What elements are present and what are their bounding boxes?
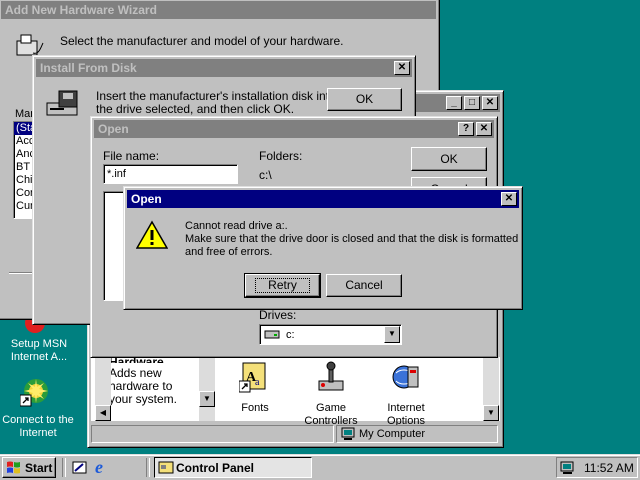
task-label: Control Panel bbox=[176, 461, 255, 475]
disk-drive-icon bbox=[45, 89, 81, 117]
close-icon: ✕ bbox=[485, 97, 495, 108]
retry-label: Retry bbox=[255, 278, 310, 293]
control-panel-item-game-controllers[interactable]: Game Controllers bbox=[295, 361, 367, 427]
install-disk-ok-button[interactable]: OK bbox=[327, 88, 402, 111]
close-button[interactable]: ✕ bbox=[501, 192, 517, 206]
close-button[interactable]: ✕ bbox=[394, 61, 410, 75]
item-label: Fonts bbox=[241, 402, 269, 414]
maximize-button[interactable]: □ bbox=[464, 96, 480, 110]
show-desktop-icon[interactable] bbox=[71, 459, 89, 477]
help-icon: ? bbox=[462, 123, 470, 134]
control-panel-item-internet-options[interactable]: Internet Options bbox=[373, 361, 439, 427]
computer-icon bbox=[341, 427, 355, 444]
chevron-down-icon: ▼ bbox=[388, 329, 396, 338]
desktop-icon-label: Setup MSN Internet A... bbox=[10, 338, 68, 363]
scroll-left-button[interactable]: ◀ bbox=[95, 405, 111, 421]
windows-logo-icon bbox=[6, 460, 22, 477]
start-button[interactable]: Start bbox=[2, 457, 56, 478]
scroll-down-button[interactable]: ▼ bbox=[483, 405, 499, 421]
close-button[interactable]: ✕ bbox=[476, 122, 492, 136]
drives-label: Drives: bbox=[259, 308, 297, 322]
internet-options-icon bbox=[390, 361, 422, 393]
wizard-instruction: Select the manufacturer and model of you… bbox=[60, 34, 344, 48]
control-panel-icon bbox=[158, 460, 174, 477]
wizard-title: Add New Hardware Wizard bbox=[5, 3, 157, 17]
install-disk-message-2: the drive selected, and then click OK. bbox=[96, 102, 295, 116]
internet-explorer-icon[interactable]: e bbox=[94, 457, 112, 477]
open-ok-button[interactable]: OK bbox=[411, 147, 487, 171]
left-pane-scrollbar[interactable]: ◀ bbox=[95, 357, 111, 421]
arrow-down-icon: ▼ bbox=[203, 394, 211, 403]
svg-text:e: e bbox=[95, 458, 103, 476]
file-name-label: File name: bbox=[103, 149, 160, 163]
file-name-value: *.inf bbox=[107, 168, 126, 180]
desktop-icon-label: Connect to the Internet bbox=[2, 414, 74, 439]
cancel-button[interactable]: Cancel bbox=[326, 274, 402, 297]
minimize-icon: _ bbox=[451, 97, 457, 108]
hard-drive-icon bbox=[264, 330, 280, 343]
hardware-body: Adds new hardware to your system. bbox=[109, 366, 178, 406]
left-pane-vscroll[interactable]: ▼ bbox=[199, 357, 215, 421]
system-tray: 11:52 AM bbox=[556, 457, 638, 478]
taskbar: Start e Control Panel 11:52 AM bbox=[0, 454, 640, 480]
error-line-1: Cannot read drive a:. bbox=[185, 220, 288, 232]
status-pane-right: My Computer bbox=[336, 425, 498, 443]
taskbar-button-control-panel[interactable]: Control Panel bbox=[154, 457, 312, 478]
drives-dropdown-button[interactable]: ▼ bbox=[384, 326, 400, 343]
clock[interactable]: 11:52 AM bbox=[584, 461, 634, 475]
desktop-icon-connect[interactable]: Connect to the Internet bbox=[0, 372, 80, 442]
control-panel-content: Hardware Adds new hardware to your syste… bbox=[91, 357, 500, 427]
taskbar-divider bbox=[146, 458, 150, 477]
folder-path: c:\ bbox=[259, 168, 272, 182]
tray-computer-icon[interactable] bbox=[560, 460, 576, 478]
status-bar: My Computer bbox=[91, 425, 500, 443]
close-icon: ✕ bbox=[504, 193, 514, 204]
connect-internet-icon bbox=[19, 375, 52, 407]
arrow-left-icon: ◀ bbox=[99, 408, 107, 417]
minimize-button[interactable]: _ bbox=[446, 96, 462, 110]
close-icon: ✕ bbox=[397, 62, 407, 73]
error-line-2: Make sure that the drive door is closed … bbox=[185, 233, 519, 245]
fonts-icon: A a bbox=[238, 361, 271, 393]
install-disk-titlebar[interactable]: Install From Disk ✕ bbox=[36, 59, 412, 77]
status-pane-left bbox=[91, 425, 334, 443]
error-dialog: Open ✕ Cannot read drive a:. Make sure t… bbox=[123, 186, 523, 310]
open-dialog-title: Open bbox=[98, 122, 129, 136]
start-label: Start bbox=[25, 461, 53, 475]
right-vscroll[interactable]: ▼ bbox=[483, 357, 499, 421]
status-text: My Computer bbox=[359, 428, 426, 440]
drives-select[interactable]: c: ▼ bbox=[259, 324, 402, 345]
close-icon: ✕ bbox=[479, 123, 489, 134]
install-disk-title: Install From Disk bbox=[40, 61, 137, 75]
game-controller-icon bbox=[315, 361, 347, 393]
error-dialog-titlebar[interactable]: Open ✕ bbox=[127, 190, 519, 208]
close-button[interactable]: ✕ bbox=[482, 96, 498, 110]
wizard-titlebar[interactable]: Add New Hardware Wizard bbox=[1, 1, 436, 19]
warning-icon bbox=[135, 220, 169, 250]
file-name-input[interactable]: *.inf bbox=[103, 164, 238, 184]
control-panel-item-fonts[interactable]: A a Fonts bbox=[225, 361, 285, 419]
install-disk-message-1: Insert the manufacturer's installation d… bbox=[96, 89, 336, 103]
drive-value: c: bbox=[286, 329, 295, 341]
quick-launch-divider bbox=[62, 458, 66, 477]
arrow-down-icon: ▼ bbox=[487, 408, 495, 417]
retry-button[interactable]: Retry bbox=[244, 273, 321, 298]
maximize-icon: □ bbox=[468, 97, 476, 108]
error-dialog-title: Open bbox=[131, 192, 162, 206]
folders-label: Folders: bbox=[259, 149, 303, 163]
open-dialog-titlebar[interactable]: Open ? ✕ bbox=[94, 120, 494, 138]
error-line-3: and free of errors. bbox=[185, 246, 273, 258]
hardware-description: Hardware Adds new hardware to your syste… bbox=[109, 357, 204, 406]
help-button[interactable]: ? bbox=[458, 122, 474, 136]
svg-text:a: a bbox=[255, 377, 260, 388]
scroll-down-button[interactable]: ▼ bbox=[199, 391, 215, 407]
